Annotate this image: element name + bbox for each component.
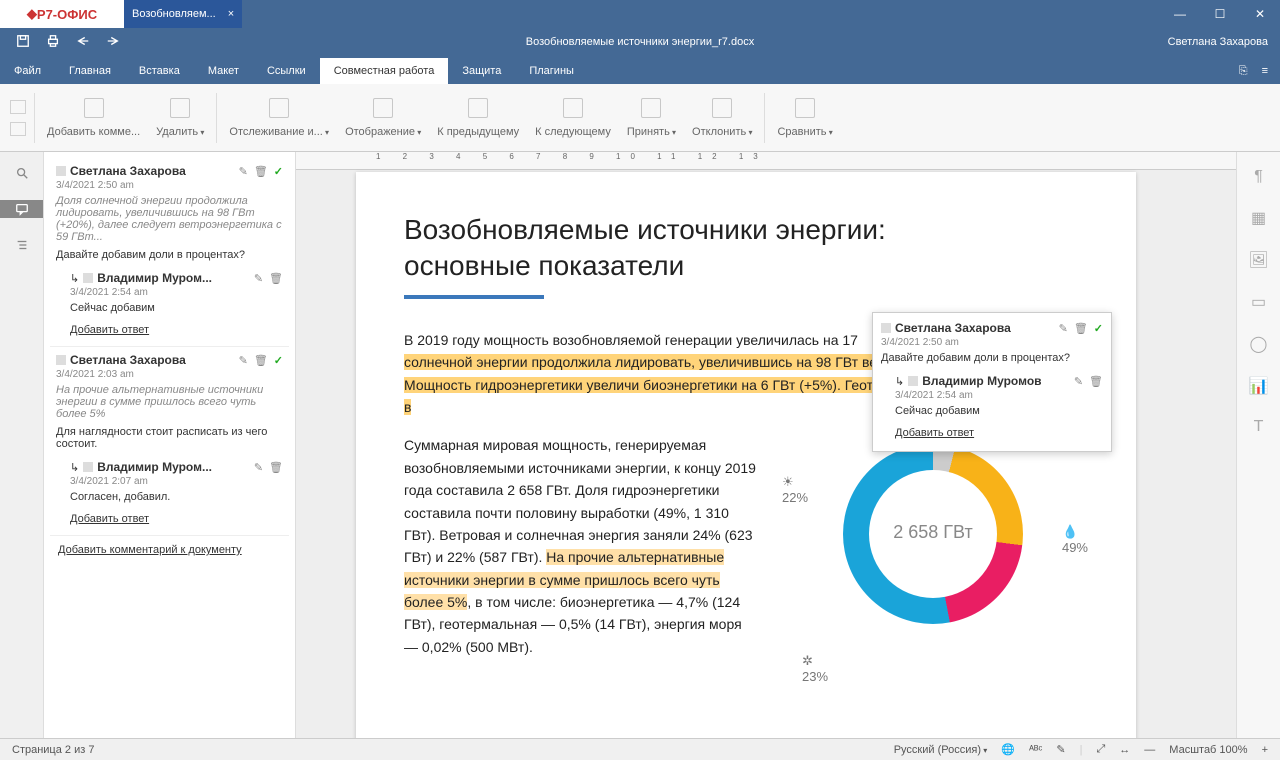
add-document-comment-link[interactable]: Добавить комментарий к документу [50, 536, 289, 564]
delete-icon[interactable]: 🗑 [254, 354, 268, 367]
menu-insert[interactable]: Вставка [125, 58, 194, 84]
document-tab[interactable]: Возобновляем...× [124, 0, 242, 28]
menu-file[interactable]: Файл [0, 58, 55, 84]
comments-panel: Светлана Захарова ✎🗑✓ 3/4/2021 2:50 am Д… [44, 152, 296, 738]
left-toolbar [0, 152, 44, 738]
save-icon[interactable] [16, 34, 30, 51]
menu-layout[interactable]: Макет [194, 58, 253, 84]
fit-width-icon[interactable]: ↔ [1119, 744, 1130, 756]
edit-icon[interactable]: ✎ [254, 272, 263, 285]
menu-bar: Файл Главная Вставка Макет Ссылки Совмес… [0, 56, 1280, 84]
open-location-icon[interactable]: ⎘ [1239, 65, 1248, 78]
prev-change-button[interactable]: К предыдущему [429, 94, 527, 142]
brand-logo: ◆ Р7-ОФИС [0, 0, 124, 28]
spellcheck-icon[interactable]: 🌐 [1001, 743, 1015, 756]
add-comment-button[interactable]: Добавить комме... [39, 94, 148, 142]
delete-icon[interactable]: 🗑 [1074, 322, 1088, 335]
comment-thread[interactable]: Светлана Захарова ✎🗑✓ 3/4/2021 2:03 am Н… [50, 347, 289, 536]
quick-toolbar: Возобновляемые источники энергии_r7.docx… [0, 28, 1280, 56]
track-icon[interactable]: ✎ [1056, 743, 1065, 756]
right-toolbar: ¶ ▦ 🖼 ▭ ◯ 📊 T [1236, 152, 1280, 738]
next-change-button[interactable]: К следующему [527, 94, 619, 142]
edit-icon[interactable]: ✎ [239, 354, 248, 367]
page[interactable]: Возобновляемые источники энергии:основны… [356, 172, 1136, 738]
delete-icon[interactable]: 🗑 [269, 461, 283, 474]
delete-comment-button[interactable]: Удалить [148, 94, 212, 142]
image-icon[interactable]: 🖼 [1248, 250, 1268, 270]
delete-icon[interactable]: 🗑 [269, 272, 283, 285]
delete-icon[interactable]: 🗑 [254, 165, 268, 178]
page-indicator[interactable]: Страница 2 из 7 [12, 744, 94, 756]
track-changes-button[interactable]: Отслеживание и... [221, 94, 337, 142]
ribbon: Добавить комме... Удалить Отслеживание и… [0, 84, 1280, 152]
comment-thread[interactable]: Светлана Захарова ✎🗑✓ 3/4/2021 2:50 am Д… [50, 158, 289, 347]
table-icon[interactable]: ▦ [1251, 208, 1266, 228]
title-bar: ◆ Р7-ОФИС Возобновляем...× — ☐ ✕ [0, 0, 1280, 28]
display-mode-button[interactable]: Отображение [337, 94, 429, 142]
menu-protect[interactable]: Защита [448, 58, 515, 84]
edit-icon[interactable]: ✎ [239, 165, 248, 178]
accept-button[interactable]: Принять [619, 94, 684, 142]
menu-refs[interactable]: Ссылки [253, 58, 320, 84]
chart-icon[interactable]: 📊 [1249, 376, 1269, 396]
zoom-out-button[interactable]: — [1144, 744, 1155, 756]
zoom-label[interactable]: Масштаб 100% [1169, 744, 1247, 756]
menu-collab[interactable]: Совместная работа [320, 58, 449, 84]
menu-home[interactable]: Главная [55, 58, 125, 84]
paragraph-icon[interactable]: ¶ [1254, 168, 1263, 186]
abc-icon[interactable]: ᴬᴮᶜ [1029, 744, 1042, 756]
donut-chart: ☀22% 💧49% ✲23% 2 658 ГВт [778, 434, 1088, 674]
redo-icon[interactable] [106, 34, 120, 51]
view-settings-icon[interactable]: ≡ [1262, 65, 1268, 78]
compare-button[interactable]: Сравнить [769, 94, 840, 142]
shape-icon[interactable]: ◯ [1250, 334, 1268, 354]
edit-icon[interactable]: ✎ [1074, 375, 1083, 388]
document-area[interactable]: 1 2 3 4 5 6 7 8 9 10 11 12 13 Возобновля… [296, 152, 1236, 738]
document-name: Возобновляемые источники энергии_r7.docx [0, 36, 1280, 48]
fit-page-icon[interactable]: ⤢ [1096, 743, 1105, 756]
comments-icon[interactable] [0, 200, 43, 218]
add-reply-link[interactable]: Добавить ответ [895, 427, 974, 439]
resolve-icon[interactable]: ✓ [274, 165, 283, 178]
status-bar: Страница 2 из 7 Русский (Россия) 🌐 ᴬᴮᶜ ✎… [0, 738, 1280, 760]
language-selector[interactable]: Русский (Россия) [894, 744, 988, 756]
zoom-in-button[interactable]: + [1262, 744, 1268, 756]
undo-icon[interactable] [76, 34, 90, 51]
print-icon[interactable] [46, 34, 60, 51]
resolve-icon[interactable]: ✓ [1094, 322, 1103, 335]
search-icon[interactable] [12, 164, 32, 182]
header-icon[interactable]: ▭ [1251, 292, 1266, 312]
textart-icon[interactable]: T [1254, 418, 1264, 436]
minimize-button[interactable]: — [1160, 7, 1200, 21]
page-title: Возобновляемые источники энергии:основны… [404, 212, 1088, 285]
close-button[interactable]: ✕ [1240, 7, 1280, 21]
resolve-icon[interactable]: ✓ [274, 354, 283, 367]
add-reply-link[interactable]: Добавить ответ [70, 513, 149, 525]
paste-icon[interactable] [10, 122, 26, 136]
delete-icon[interactable]: 🗑 [1089, 375, 1103, 388]
reject-button[interactable]: Отклонить [684, 94, 760, 142]
add-reply-link[interactable]: Добавить ответ [70, 324, 149, 336]
comment-popup[interactable]: Светлана Захарова ✎🗑✓ 3/4/2021 2:50 am Д… [872, 312, 1112, 452]
headings-icon[interactable] [12, 236, 32, 254]
maximize-button[interactable]: ☐ [1200, 7, 1240, 21]
menu-plugins[interactable]: Плагины [515, 58, 588, 84]
edit-icon[interactable]: ✎ [254, 461, 263, 474]
current-user[interactable]: Светлана Захарова [1168, 36, 1280, 48]
edit-icon[interactable]: ✎ [1059, 322, 1068, 335]
close-tab-icon[interactable]: × [228, 8, 234, 20]
copy-icon[interactable] [10, 100, 26, 114]
horizontal-ruler[interactable]: 1 2 3 4 5 6 7 8 9 10 11 12 13 [296, 152, 1236, 170]
